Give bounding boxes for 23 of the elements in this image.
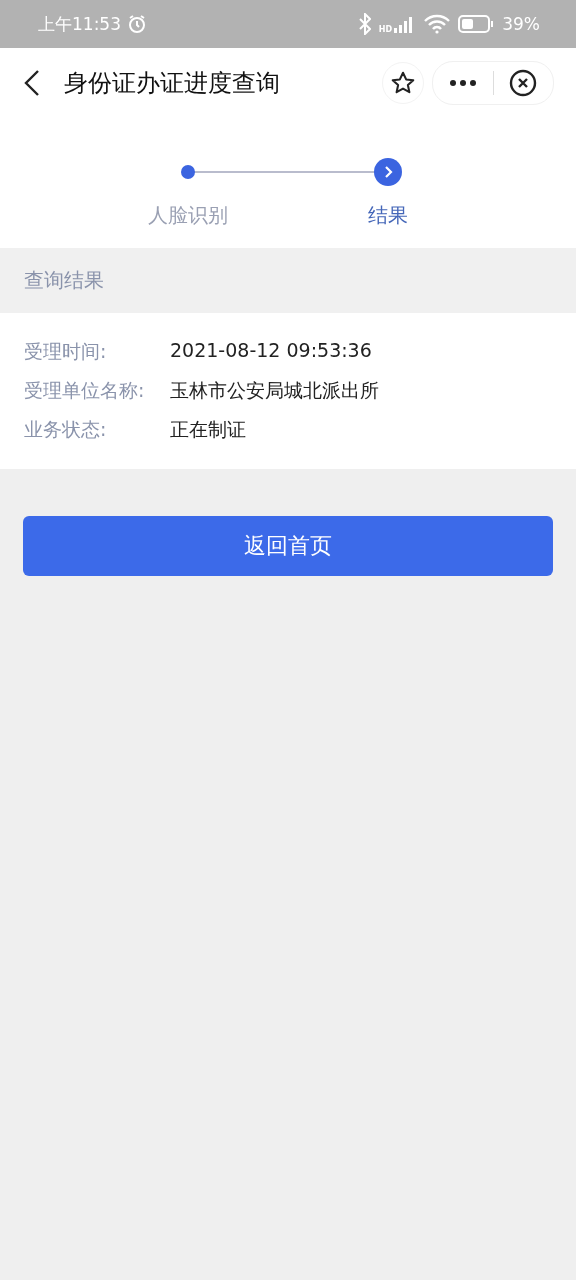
field-value: 玉林市公安局城北派出所	[170, 378, 380, 403]
clock-time: 上午11:53	[38, 12, 121, 36]
field-label: 受理单位名称:	[24, 378, 146, 403]
section-title: 查询结果	[24, 267, 104, 294]
bluetooth-icon	[358, 13, 371, 35]
page-title: 身份证办证进度查询	[64, 68, 280, 99]
home-button[interactable]: 返回首页	[23, 516, 553, 576]
favorite-button[interactable]	[382, 62, 424, 104]
battery-icon	[458, 15, 495, 33]
field-label: 业务状态:	[24, 417, 108, 442]
wifi-icon	[424, 14, 451, 34]
star-icon	[390, 70, 416, 96]
field-value: 2021-08-12 09:53:36	[170, 339, 373, 363]
step-label: 结果	[368, 202, 408, 229]
network-type: HD	[378, 25, 393, 34]
field-value: 正在制证	[170, 417, 247, 442]
more-icon	[448, 79, 477, 87]
step-label: 人脸识别	[148, 202, 228, 229]
alarm-icon	[127, 14, 147, 34]
battery-percent: 39%	[502, 14, 540, 34]
back-icon[interactable]	[22, 68, 42, 98]
close-icon	[509, 69, 538, 97]
field-label: 受理时间:	[24, 339, 108, 364]
